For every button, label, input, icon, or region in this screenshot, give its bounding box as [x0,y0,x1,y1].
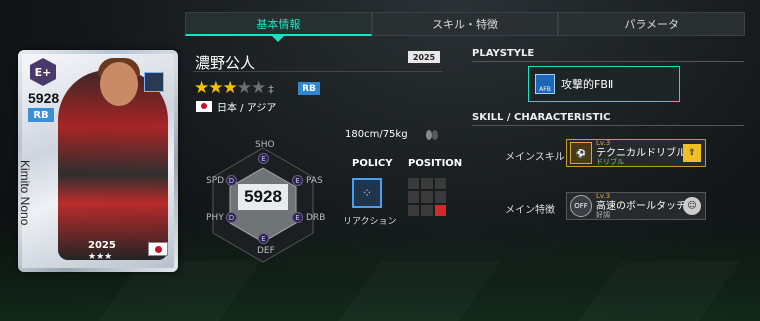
stat-rank-phy: D [226,212,237,223]
player-card[interactable]: E+ 5928 RB Kimito Nono 2025 ★★★ [18,50,178,272]
star-plus-icon: ‡ [268,83,273,96]
stat-rank-def: E [258,233,269,244]
nationality-text: 日本 / アジア [217,103,277,114]
star-icon: ★ [208,78,223,98]
trait-face-icon: ☺ [683,197,701,215]
overall-rating: 5928 [238,184,288,210]
trait-name: 高速のボールタッチ [596,200,686,212]
star-icon: ★ [222,78,238,98]
stat-rank-drb: E [292,212,303,223]
pitch-stripe [339,261,501,321]
playstyle-header: PLAYSTYLE [472,48,535,59]
skill-header: SKILL / CHARACTERISTIC [472,112,611,123]
position-map [408,178,446,216]
dribble-icon: ⚽ [570,142,592,164]
card-year: 2025 [88,240,116,251]
policy-reaction-icon[interactable]: ⁘ [352,178,382,208]
main-skill-box[interactable]: ⚽ Lv.3 テクニカルドリブル ドリブル ⇪ [566,139,706,167]
divider [472,61,744,62]
trait-level: Lv.3 [596,191,611,200]
stat-label-drb: DRB [306,213,326,223]
star-icon: ★ [251,78,266,98]
position-cell-rb [434,204,446,216]
stat-rank-sho: E [258,153,269,164]
card-position-badge: RB [28,108,54,122]
position-cell [421,178,433,190]
stat-label-sho: SHO [255,140,275,150]
policy-label: リアクション [343,217,397,227]
stat-label-phy: PHY [206,213,224,223]
tab-bar: 基本情報 スキル・特徴 パラメータ [185,12,746,36]
pitch-stripe [579,261,741,321]
position-cell [421,191,433,203]
playstyle-box[interactable]: AFB 攻撃的FBⅡ [528,66,680,102]
position-cell [408,178,420,190]
trait-condition: 好調 [596,210,610,219]
position-cell [408,204,420,216]
skill-category: ドリブル [596,157,624,166]
rarity-stars: ★★★★★ ‡ [194,78,274,98]
position-cell [408,191,420,203]
height-weight: 180cm/75kg [345,129,408,140]
stat-rank-pas: E [292,175,303,186]
position-cell [434,178,446,190]
japan-flag-icon [148,242,168,256]
star-icon: ★ [236,78,252,98]
playstyle-name: 攻撃的FBⅡ [561,78,614,91]
playstyle-icon: AFB [535,74,555,94]
player-name: 濃野公人 [195,54,256,72]
player-head [100,62,138,106]
position-badge: RB [298,82,320,95]
tab-skills-traits[interactable]: スキル・特徴 [371,12,559,36]
active-tab-indicator [272,36,284,42]
main-skill-texts: Lv.3 テクニカルドリブル ドリブル [596,138,686,166]
nationality: 日本 / アジア [196,99,276,114]
policy-header: POLICY [352,158,393,169]
main-skill-label: メインスキル [505,152,565,163]
main-trait-label: メイン特徴 [505,205,555,216]
trait-off-icon: OFF [570,195,592,217]
tab-parameters[interactable]: パラメータ [558,12,746,36]
stat-rank-spd: D [226,175,237,186]
stat-label-pas: PAS [306,176,323,186]
main-trait-texts: Lv.3 高速のボールタッチ 好調 [596,191,686,219]
year-badge: 2025 [408,51,440,63]
divider [472,125,744,126]
skill-level: Lv.3 [596,138,611,147]
position-header: POSITION [408,158,463,169]
playstyle-card-icon [144,72,164,92]
position-cell [421,204,433,216]
card-stars: ★★★ [88,252,113,262]
skill-name: テクニカルドリブル [596,147,686,159]
stat-label-spd: SPD [206,176,225,186]
star-icon: ★ [194,78,209,98]
japan-flag-icon [196,101,212,112]
card-overall: 5928 [28,90,60,106]
divider [193,71,443,72]
main-trait-box[interactable]: OFF Lv.3 高速のボールタッチ 好調 ☺ [566,192,706,220]
stat-label-def: DEF [257,246,275,256]
skill-upgrade-icon: ⇪ [683,144,701,162]
foot-icon [426,130,438,140]
tab-basic-info[interactable]: 基本情報 [185,12,372,36]
position-cell [434,191,446,203]
card-player-name: Kimito Nono [18,160,32,226]
